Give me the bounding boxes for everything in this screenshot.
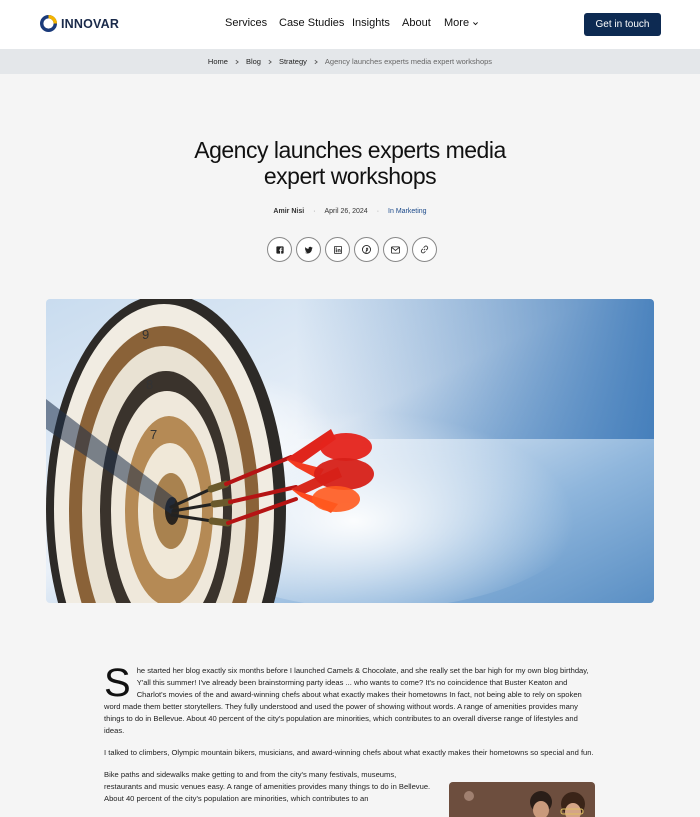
- article-inline-image: [449, 782, 595, 817]
- chevron-right-icon: [268, 59, 272, 64]
- nav-more[interactable]: More: [444, 17, 479, 29]
- get-in-touch-button[interactable]: Get in touch: [584, 13, 661, 36]
- brand-name: INNOVAR: [61, 16, 120, 31]
- brand-logo[interactable]: INNOVAR: [40, 15, 119, 32]
- title-line-2: expert workshops: [263, 163, 437, 189]
- share-pinterest-button[interactable]: [354, 237, 379, 262]
- breadcrumb-current: Agency launches experts media expert wor…: [324, 57, 493, 66]
- svg-text:8: 8: [146, 377, 153, 392]
- nav-about[interactable]: About: [402, 17, 431, 29]
- hero-image: 9 8 7: [46, 299, 654, 603]
- meta-separator: ·: [313, 208, 316, 215]
- article-paragraph: I talked to climbers, Olympic mountain b…: [104, 748, 594, 757]
- mail-icon: [391, 245, 400, 254]
- title-line-1: Agency launches experts media: [194, 137, 506, 163]
- share-linkedin-button[interactable]: [325, 237, 350, 262]
- page-title: Agency launches experts media expert wor…: [150, 137, 550, 189]
- paragraph-1-text: he started her blog exactly six months b…: [104, 666, 589, 735]
- article-meta: Amir Nisi · April 26, 2024 · In Marketin…: [0, 208, 700, 215]
- share-twitter-button[interactable]: [296, 237, 321, 262]
- article-paragraph: Bike paths and sidewalks make getting to…: [104, 770, 431, 803]
- facebook-icon: [275, 245, 284, 254]
- category-link[interactable]: In Marketing: [388, 208, 427, 215]
- chevron-down-icon: [473, 21, 478, 25]
- article-paragraph: She started her blog exactly six months …: [104, 661, 596, 737]
- share-facebook-button[interactable]: [267, 237, 292, 262]
- drop-cap: S: [104, 661, 131, 705]
- nav-case-studies[interactable]: Case Studies: [279, 17, 344, 29]
- breadcrumb-home[interactable]: Home: [208, 57, 228, 66]
- breadcrumb-blog[interactable]: Blog: [246, 57, 261, 66]
- nav-services[interactable]: Services: [225, 17, 267, 29]
- breadcrumb-strategy[interactable]: Strategy: [279, 57, 307, 66]
- twitter-icon: [304, 246, 313, 254]
- svg-text:9: 9: [142, 327, 149, 342]
- link-icon: [420, 245, 429, 254]
- linkedin-icon: [333, 245, 342, 254]
- nav-insights[interactable]: Insights: [352, 17, 390, 29]
- share-buttons: [267, 237, 437, 262]
- publish-date: April 26, 2024: [324, 208, 368, 215]
- breadcrumb: Home Blog Strategy Agency launches exper…: [0, 49, 700, 74]
- pinterest-icon: [362, 245, 371, 254]
- chevron-right-icon: [235, 59, 239, 64]
- svg-text:7: 7: [150, 427, 157, 442]
- copy-link-button[interactable]: [412, 237, 437, 262]
- author-name[interactable]: Amir Nisi: [273, 208, 304, 215]
- share-email-button[interactable]: [383, 237, 408, 262]
- meta-separator: ·: [376, 208, 380, 215]
- chevron-right-icon: [314, 59, 318, 64]
- people-photo: [449, 782, 595, 817]
- logo-icon: [40, 15, 57, 32]
- darts-target-image: 9 8 7: [46, 299, 654, 603]
- nav-more-label: More: [444, 17, 470, 29]
- site-header: INNOVAR Services Case Studies Insights A…: [0, 0, 700, 49]
